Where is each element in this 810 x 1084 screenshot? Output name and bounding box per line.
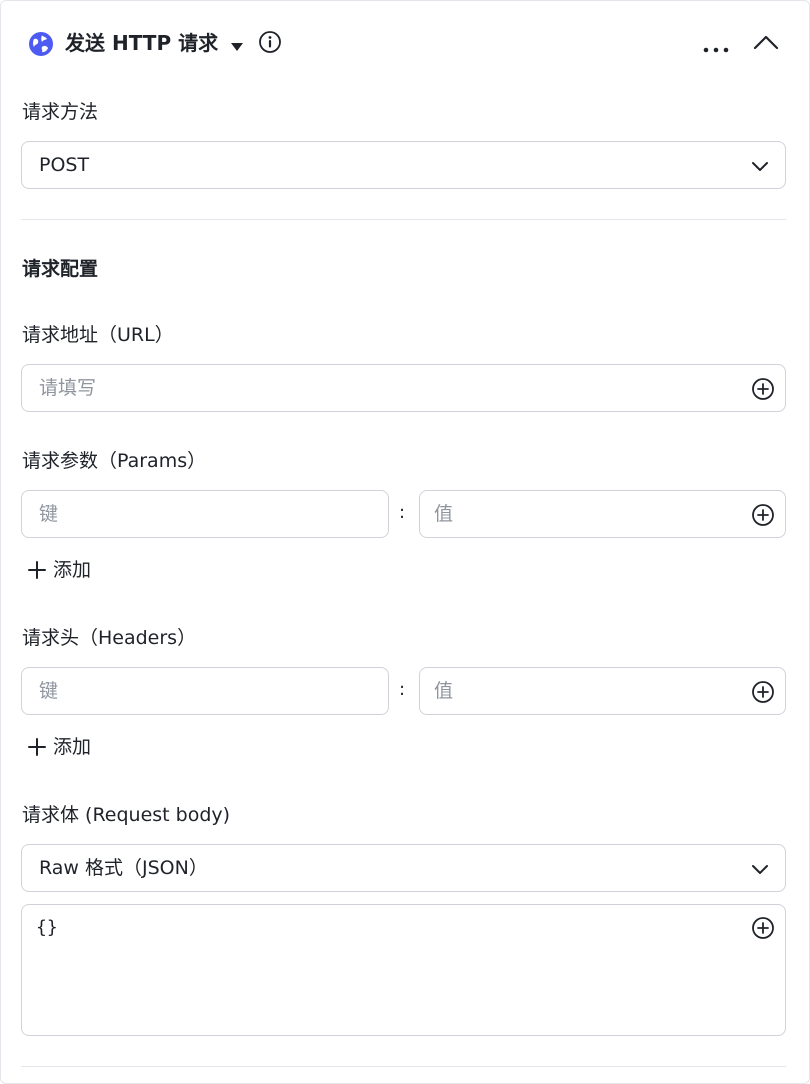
body-editor[interactable]: {} — [21, 904, 786, 1036]
chevron-down-icon — [751, 158, 769, 177]
divider — [21, 219, 786, 220]
body-format-value: Raw 格式（JSON） — [39, 857, 208, 879]
globe-icon — [28, 31, 54, 61]
method-label: 请求方法 — [22, 101, 99, 123]
params-value-placeholder: 值 — [434, 503, 454, 525]
divider — [21, 1066, 786, 1067]
headers-add-label: 添加 — [53, 736, 92, 758]
url-label: 请求地址（URL） — [22, 324, 174, 346]
info-icon[interactable] — [258, 30, 282, 58]
headers-label: 请求头（Headers） — [22, 627, 197, 649]
add-variable-icon[interactable] — [751, 503, 775, 531]
request-config-title: 请求配置 — [22, 258, 99, 280]
headers-colon: : — [399, 679, 406, 700]
http-request-panel: 发送 HTTP 请求 请求方法 POST 请求配置 请求地址（URL） 请填写 — [0, 0, 810, 1084]
url-input[interactable]: 请填写 — [21, 364, 786, 412]
params-value-input[interactable]: 值 — [419, 490, 786, 538]
add-variable-icon[interactable] — [751, 916, 775, 944]
plus-icon — [27, 737, 47, 757]
headers-value-input[interactable]: 值 — [419, 667, 786, 715]
plus-icon — [27, 560, 47, 580]
chevron-up-icon[interactable] — [753, 33, 779, 55]
method-value: POST — [39, 154, 90, 176]
method-select[interactable]: POST — [21, 141, 786, 189]
params-add-label: 添加 — [53, 559, 92, 581]
more-icon[interactable] — [702, 39, 730, 58]
caret-down-icon[interactable] — [230, 37, 244, 56]
headers-key-input[interactable]: 键 — [21, 667, 389, 715]
add-variable-icon[interactable] — [751, 680, 775, 708]
headers-value-placeholder: 值 — [434, 680, 454, 702]
params-label: 请求参数（Params） — [22, 450, 207, 472]
params-add-button[interactable]: 添加 — [27, 557, 91, 583]
headers-key-placeholder: 键 — [39, 680, 59, 702]
params-colon: : — [399, 502, 406, 523]
body-content: {} — [36, 917, 58, 938]
body-format-select[interactable]: Raw 格式（JSON） — [21, 844, 786, 892]
add-variable-icon[interactable] — [751, 377, 775, 405]
headers-add-button[interactable]: 添加 — [27, 734, 91, 760]
body-label: 请求体 (Request body) — [22, 804, 231, 826]
params-key-placeholder: 键 — [39, 503, 59, 525]
params-key-input[interactable]: 键 — [21, 490, 389, 538]
chevron-down-icon — [751, 861, 769, 880]
url-placeholder: 请填写 — [39, 377, 97, 399]
node-title: 发送 HTTP 请求 — [65, 31, 219, 55]
